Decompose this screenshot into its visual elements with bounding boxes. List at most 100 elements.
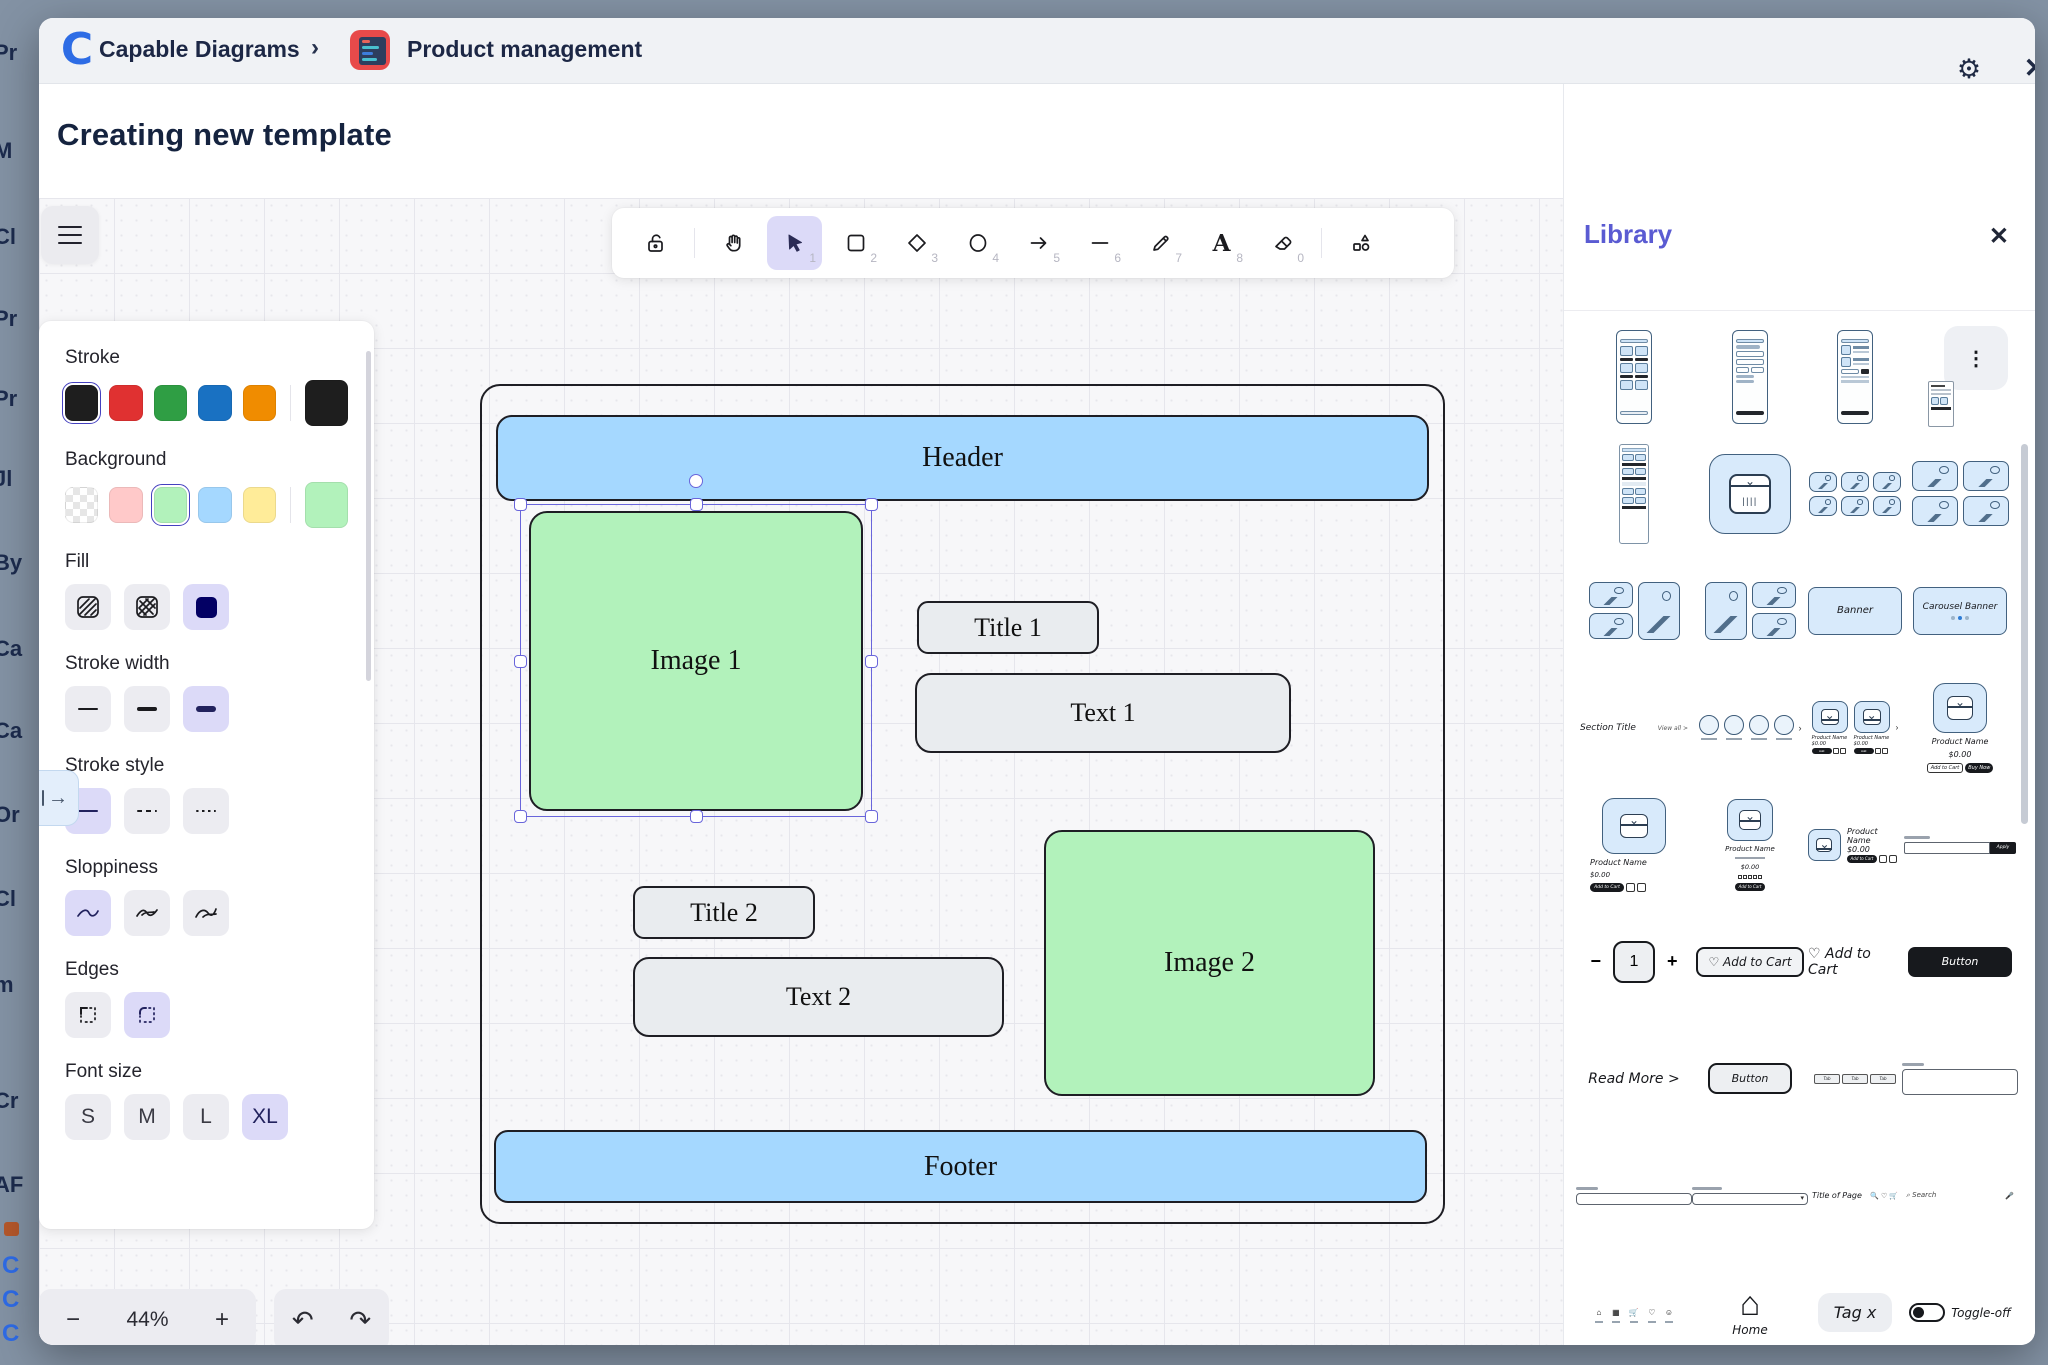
font-size-l-button[interactable]: L: [183, 1094, 229, 1140]
bg-color-transparent[interactable]: [65, 487, 98, 523]
stroke-color-red[interactable]: [109, 385, 142, 421]
bg-current-color[interactable]: [305, 482, 348, 528]
add-to-cart-button[interactable]: Add to Cart: [1735, 883, 1765, 891]
dark-button[interactable]: Button: [1908, 947, 2012, 977]
fill-solid-button[interactable]: [183, 584, 229, 630]
edges-sharp-button[interactable]: [65, 992, 111, 1038]
tool-more-shapes[interactable]: [1333, 216, 1388, 270]
stepper-value[interactable]: 1: [1613, 941, 1655, 983]
resize-handle-s[interactable]: [690, 810, 703, 823]
resize-handle-ne[interactable]: [865, 498, 878, 511]
library-item-carousel-banner[interactable]: Carousel Banner: [1902, 552, 2018, 669]
library-item-image-grid-2x2[interactable]: [1902, 435, 2018, 552]
bg-color-green[interactable]: [154, 487, 187, 523]
library-item-search-bar[interactable]: ⌕ Search 🎤: [1902, 1137, 2018, 1254]
tool-rectangle[interactable]: 2: [828, 216, 883, 270]
apply-button[interactable]: Apply: [1990, 842, 2016, 854]
library-item-product-card-detail[interactable]: Product Name $0.00 Add to Cart: [1692, 786, 1808, 903]
library-close-icon[interactable]: ✕: [1989, 222, 2009, 251]
tag-chip[interactable]: Tag x: [1818, 1293, 1893, 1332]
add-to-cart-text-button[interactable]: ♡ Add to Cart: [1808, 946, 1902, 978]
library-item-banner[interactable]: Banner: [1808, 552, 1902, 669]
buy-now-button[interactable]: Buy Now: [1965, 763, 1993, 773]
title2-shape[interactable]: Title 2: [633, 886, 815, 939]
zoom-level[interactable]: 44%: [126, 1308, 168, 1332]
tool-draw[interactable]: 7: [1133, 216, 1188, 270]
title1-shape[interactable]: Title 1: [917, 601, 1099, 654]
library-item-tag-chip[interactable]: Tag x: [1808, 1254, 1902, 1345]
sloppiness-architect-button[interactable]: [65, 890, 111, 936]
library-item-gallery-split-left[interactable]: [1576, 552, 1692, 669]
resize-handle-nw[interactable]: [514, 498, 527, 511]
library-item-toggle-off[interactable]: Toggle-off: [1902, 1254, 2018, 1345]
library-scrollbar[interactable]: [2021, 444, 2028, 824]
library-item-page-title-bar[interactable]: Title of Page 🔍 ♡ 🛒: [1808, 1137, 1902, 1254]
add-to-cart-button[interactable]: Add to Cart: [1590, 883, 1624, 892]
resize-handle-sw[interactable]: [514, 810, 527, 823]
modal-close-icon[interactable]: ✕: [2017, 51, 2035, 87]
library-item-category-circles[interactable]: ›: [1692, 669, 1808, 786]
bg-color-pink[interactable]: [109, 487, 142, 523]
breadcrumb-app-name[interactable]: Capable Diagrams: [99, 36, 300, 63]
library-item-section-title[interactable]: Section Title View all >: [1576, 669, 1692, 786]
library-item-select-field[interactable]: ▾: [1692, 1137, 1808, 1254]
read-more-link[interactable]: Read More >: [1588, 1071, 1679, 1087]
library-item-add-to-cart-text[interactable]: ♡ Add to Cart: [1808, 903, 1902, 1020]
library-item-segmented-buttons[interactable]: Tab Tab Tab: [1808, 1020, 1902, 1137]
redo-button[interactable]: ↷: [349, 1305, 371, 1336]
library-item-product-row[interactable]: Product Name $0.00 Add to Cart: [1808, 786, 1902, 903]
image2-shape[interactable]: Image 2: [1044, 830, 1375, 1096]
tool-ellipse[interactable]: 4: [950, 216, 1005, 270]
font-size-s-button[interactable]: S: [65, 1094, 111, 1140]
text1-shape[interactable]: Text 1: [915, 673, 1291, 753]
library-item-quantity-stepper[interactable]: − 1 +: [1576, 903, 1692, 1020]
bg-color-yellow[interactable]: [243, 487, 276, 523]
stroke-current-color[interactable]: [305, 380, 348, 426]
zoom-out-button[interactable]: −: [59, 1306, 87, 1334]
library-item-read-more[interactable]: Read More >: [1576, 1020, 1692, 1137]
font-size-m-button[interactable]: M: [124, 1094, 170, 1140]
stepper-minus[interactable]: −: [1590, 951, 1601, 972]
library-item-button-outline[interactable]: Button: [1692, 1020, 1808, 1137]
library-item-product-card-pair[interactable]: Product Name $0.00 Add Product Name $0.0…: [1808, 669, 1902, 786]
library-item-phone-cart[interactable]: [1808, 318, 1902, 435]
kebab-menu-icon[interactable]: ⋮: [1944, 326, 2008, 390]
stroke-color-orange[interactable]: [243, 385, 276, 421]
library-item-text-field[interactable]: [1576, 1137, 1692, 1254]
library-item-home-nav[interactable]: ⌂ Home: [1692, 1254, 1808, 1345]
header-shape[interactable]: Header: [496, 415, 1429, 501]
library-item-gallery-split-right[interactable]: [1692, 552, 1808, 669]
width-bold-button[interactable]: [124, 686, 170, 732]
stroke-color-black[interactable]: [65, 385, 98, 421]
fill-crosshatch-button[interactable]: [124, 584, 170, 630]
sidebar-expand-handle[interactable]: →: [39, 770, 79, 826]
width-extrabold-button[interactable]: [183, 686, 229, 732]
library-item-button-dark[interactable]: Button: [1902, 903, 2018, 1020]
rotate-handle[interactable]: [689, 474, 703, 488]
undo-button[interactable]: ↶: [292, 1305, 314, 1336]
library-item-coupon-field[interactable]: Apply: [1902, 786, 2018, 903]
library-item-bottom-tab-bar[interactable]: ⌂ ▦ 🛒 ♡ ☺: [1576, 1254, 1692, 1345]
resize-handle-w[interactable]: [514, 655, 527, 668]
sloppiness-cartoonist-button[interactable]: [183, 890, 229, 936]
edges-round-button[interactable]: [124, 992, 170, 1038]
resize-handle-n[interactable]: [690, 498, 703, 511]
add-to-cart-button[interactable]: Add to Cart: [1847, 855, 1877, 863]
library-item-phone-product-grid[interactable]: [1576, 318, 1692, 435]
width-thin-button[interactable]: [65, 686, 111, 732]
tool-selection[interactable]: 1: [767, 216, 822, 270]
font-size-xl-button[interactable]: XL: [242, 1094, 288, 1140]
add-to-cart-button[interactable]: Add to Cart: [1927, 763, 1964, 773]
toggle-switch[interactable]: [1909, 1303, 1945, 1322]
tool-arrow[interactable]: 5: [1011, 216, 1066, 270]
bg-color-blue[interactable]: [198, 487, 231, 523]
settings-gear-icon[interactable]: ⚙: [1951, 51, 1987, 87]
zoom-in-button[interactable]: +: [208, 1306, 236, 1334]
drawing-canvas[interactable]: 1 2 3 4 5: [39, 198, 1563, 1345]
text2-shape[interactable]: Text 2: [633, 957, 1004, 1037]
menu-button[interactable]: [41, 206, 99, 264]
library-item-textarea-field[interactable]: [1902, 1020, 2018, 1137]
tool-diamond[interactable]: 3: [889, 216, 944, 270]
library-item-phone-checkout-form[interactable]: [1692, 318, 1808, 435]
outline-button[interactable]: Button: [1708, 1063, 1793, 1094]
